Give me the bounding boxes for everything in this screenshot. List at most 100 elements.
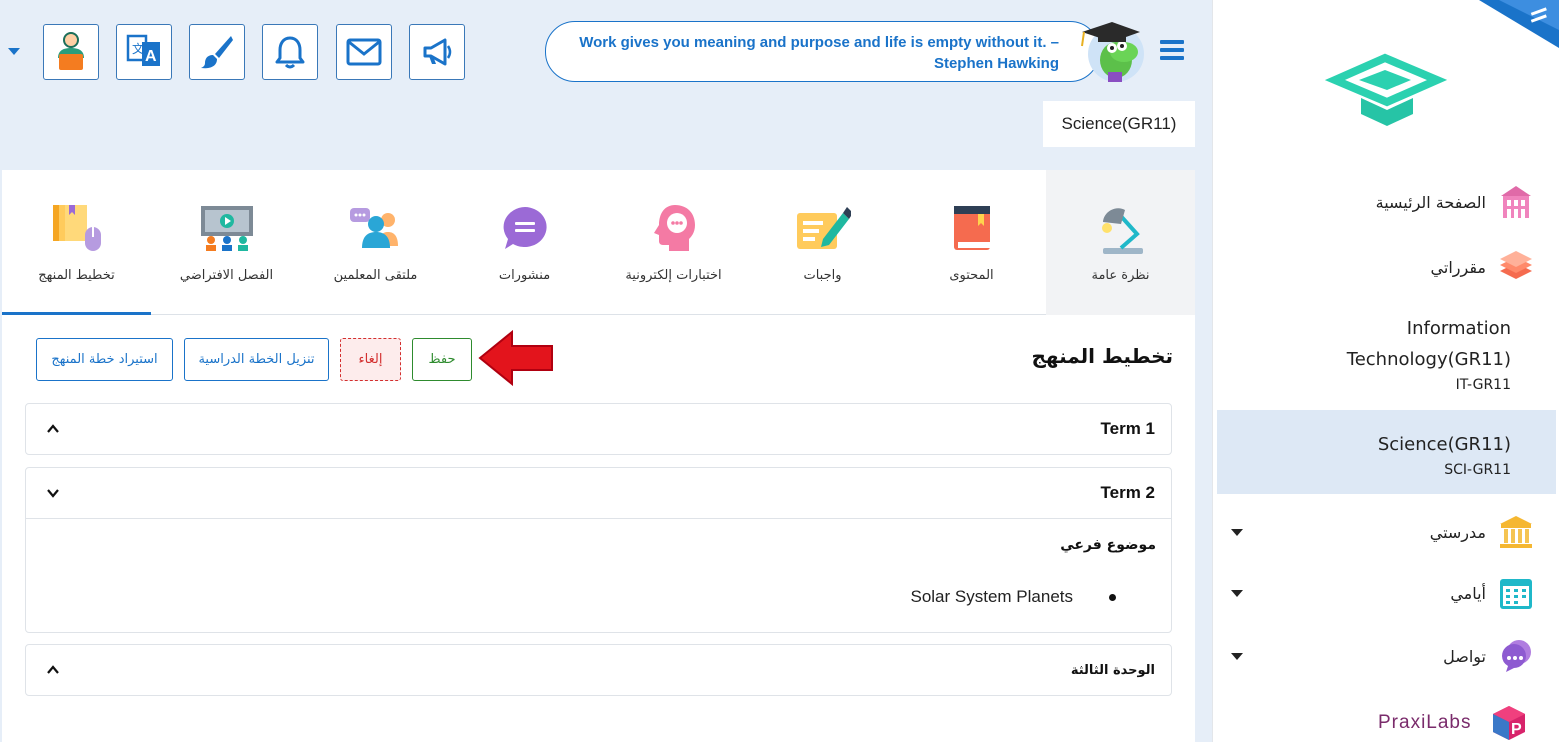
course-code: IT-GR11 bbox=[1455, 377, 1511, 393]
tab-assignments[interactable]: واجبات bbox=[748, 170, 897, 315]
accordion-unit-3: الوحدة الثالثة bbox=[25, 644, 1172, 696]
announcements-button[interactable] bbox=[409, 24, 465, 80]
sidebar-item-label: مدرستي bbox=[1429, 522, 1486, 542]
school-building-icon bbox=[1498, 184, 1534, 220]
accordion-title: الوحدة الثالثة bbox=[1070, 662, 1155, 678]
tab-curriculum-planning[interactable]: تخطيط المنهج bbox=[2, 170, 151, 315]
teachers-forum-icon bbox=[348, 200, 404, 256]
language-button[interactable]: 文 A bbox=[116, 24, 172, 80]
chevron-down-icon[interactable] bbox=[1231, 590, 1243, 597]
brush-icon bbox=[201, 36, 233, 69]
tab-teachers-forum[interactable]: ملتقى المعلمين bbox=[301, 170, 450, 315]
profile-icon bbox=[58, 32, 84, 70]
course-item-science[interactable]: Science(GR11) SCI-GR11 bbox=[1217, 410, 1556, 494]
accordion-title: Term 1 bbox=[1100, 419, 1156, 438]
bell-icon bbox=[275, 36, 305, 69]
page-title: تخطيط المنهج bbox=[1031, 344, 1173, 368]
quote-line: Work gives you meaning and purpose and l… bbox=[579, 34, 1059, 51]
tab-label: واجبات bbox=[803, 268, 842, 283]
course-name: Technology(GR11) bbox=[1346, 349, 1511, 370]
import-plan-button[interactable]: استيراد خطة المنهج bbox=[36, 338, 173, 381]
course-item-it[interactable]: Information Technology(GR11) IT-GR11 bbox=[1217, 313, 1556, 401]
tab-overview[interactable]: نظرة عامة bbox=[1046, 170, 1195, 315]
cancel-button[interactable]: إلغاء bbox=[340, 338, 401, 381]
course-code: SCI-GR11 bbox=[1444, 462, 1511, 478]
tab-e-quizzes[interactable]: اختبارات إلكترونية bbox=[599, 170, 748, 315]
tab-label: اختبارات إلكترونية bbox=[625, 268, 722, 283]
calendar-icon bbox=[1498, 575, 1534, 611]
translate-icon: 文 A bbox=[126, 34, 160, 66]
praxilabs-cube-icon: P bbox=[1492, 706, 1525, 740]
tab-virtual-classroom[interactable]: الفصل الافتراضي bbox=[152, 170, 301, 315]
assignment-icon bbox=[795, 200, 851, 256]
list-item: Solar System Planets bbox=[910, 587, 1116, 607]
download-plan-button[interactable]: تنزيل الخطة الدراسية bbox=[184, 338, 329, 381]
sidebar-item-my-days[interactable]: أيامي bbox=[1217, 573, 1556, 613]
hamburger-menu-icon[interactable] bbox=[1160, 40, 1184, 60]
chevron-up-icon[interactable] bbox=[46, 663, 60, 677]
sidebar-item-label: تواصل bbox=[1443, 646, 1486, 666]
current-course-tag: Science(GR11) bbox=[1043, 101, 1195, 147]
accordion-header[interactable]: Term 1 bbox=[26, 404, 1171, 454]
sidebar-item-label: أيامي bbox=[1450, 583, 1486, 603]
main-panel: نظرة عامة المحتوى واجبات اختبارات إلكترو… bbox=[2, 170, 1195, 742]
school-logo-icon bbox=[1325, 53, 1447, 126]
tab-label: تخطيط المنهج bbox=[38, 268, 115, 283]
course-name: Information bbox=[1406, 318, 1511, 339]
chat-icon bbox=[1498, 638, 1534, 674]
sidebar-item-communication[interactable]: تواصل bbox=[1217, 636, 1556, 676]
bullet-icon bbox=[1109, 593, 1116, 601]
accordion-term-1: Term 1 bbox=[25, 403, 1172, 455]
corner-logo-icon bbox=[1479, 0, 1559, 48]
book-icon bbox=[944, 200, 1000, 256]
accordion-header[interactable]: الوحدة الثالثة bbox=[26, 645, 1171, 695]
sidebar-item-my-school[interactable]: مدرستي bbox=[1217, 512, 1556, 552]
accordion-title: Term 2 bbox=[1100, 483, 1156, 502]
messages-button[interactable] bbox=[336, 24, 392, 80]
subtopic-label: موضوع فرعي bbox=[1060, 537, 1156, 553]
theme-button[interactable] bbox=[189, 24, 245, 80]
chevron-up-icon[interactable] bbox=[46, 422, 60, 436]
quote-author: Stephen Hawking bbox=[933, 55, 1059, 72]
praxilabs-brand: PraxiLabs bbox=[1378, 712, 1472, 733]
chevron-down-icon[interactable] bbox=[1231, 529, 1243, 536]
accordion-header[interactable]: Term 2 bbox=[26, 468, 1171, 518]
profile-button[interactable] bbox=[43, 24, 99, 80]
sidebar-item-my-courses[interactable]: مقرراتي bbox=[1217, 247, 1556, 287]
notifications-button[interactable] bbox=[262, 24, 318, 80]
quote-text: Work gives you meaning and purpose and l… bbox=[579, 32, 1059, 74]
accordion-term-2: Term 2 موضوع فرعي Solar System Planets bbox=[25, 467, 1172, 633]
mascot-avatar bbox=[1081, 22, 1144, 82]
institution-icon bbox=[1498, 514, 1534, 550]
sidebar: الصفحة الرئيسية مقرراتي Information Tech… bbox=[1212, 0, 1559, 742]
svg-text:A: A bbox=[145, 48, 157, 65]
chevron-down-icon[interactable] bbox=[8, 48, 20, 55]
sidebar-item-home[interactable]: الصفحة الرئيسية bbox=[1217, 182, 1556, 222]
chevron-down-icon[interactable] bbox=[1231, 653, 1243, 660]
svg-text:P: P bbox=[1511, 721, 1522, 738]
tab-label: المحتوى bbox=[949, 268, 994, 283]
quote-box: Work gives you meaning and purpose and l… bbox=[545, 21, 1100, 82]
tab-label: الفصل الافتراضي bbox=[179, 268, 274, 283]
red-arrow-pointer bbox=[478, 330, 553, 386]
virtual-class-icon bbox=[199, 200, 255, 256]
books-stack-icon bbox=[1498, 249, 1534, 285]
tab-label: ملتقى المعلمين bbox=[333, 268, 418, 283]
list-item-text: Solar System Planets bbox=[910, 587, 1073, 606]
megaphone-icon bbox=[423, 38, 452, 66]
sidebar-item-label: الصفحة الرئيسية bbox=[1375, 192, 1486, 212]
desk-lamp-icon bbox=[1093, 200, 1149, 256]
chevron-down-icon[interactable] bbox=[46, 486, 60, 500]
course-name: Science(GR11) bbox=[1377, 434, 1511, 455]
svg-text:文: 文 bbox=[132, 41, 144, 56]
accordion-body: موضوع فرعي Solar System Planets bbox=[26, 518, 1171, 632]
praxilabs-link[interactable]: PraxiLabs P bbox=[1378, 704, 1558, 742]
tab-posts[interactable]: منشورات bbox=[450, 170, 599, 315]
sidebar-item-label: مقرراتي bbox=[1430, 257, 1486, 277]
chat-bubble-icon bbox=[497, 200, 553, 256]
course-tabs: نظرة عامة المحتوى واجبات اختبارات إلكترو… bbox=[2, 170, 1195, 315]
tab-content[interactable]: المحتوى bbox=[897, 170, 1046, 315]
save-button[interactable]: حفظ bbox=[412, 338, 472, 381]
curriculum-plan-icon bbox=[49, 200, 105, 256]
mail-icon bbox=[346, 38, 382, 66]
